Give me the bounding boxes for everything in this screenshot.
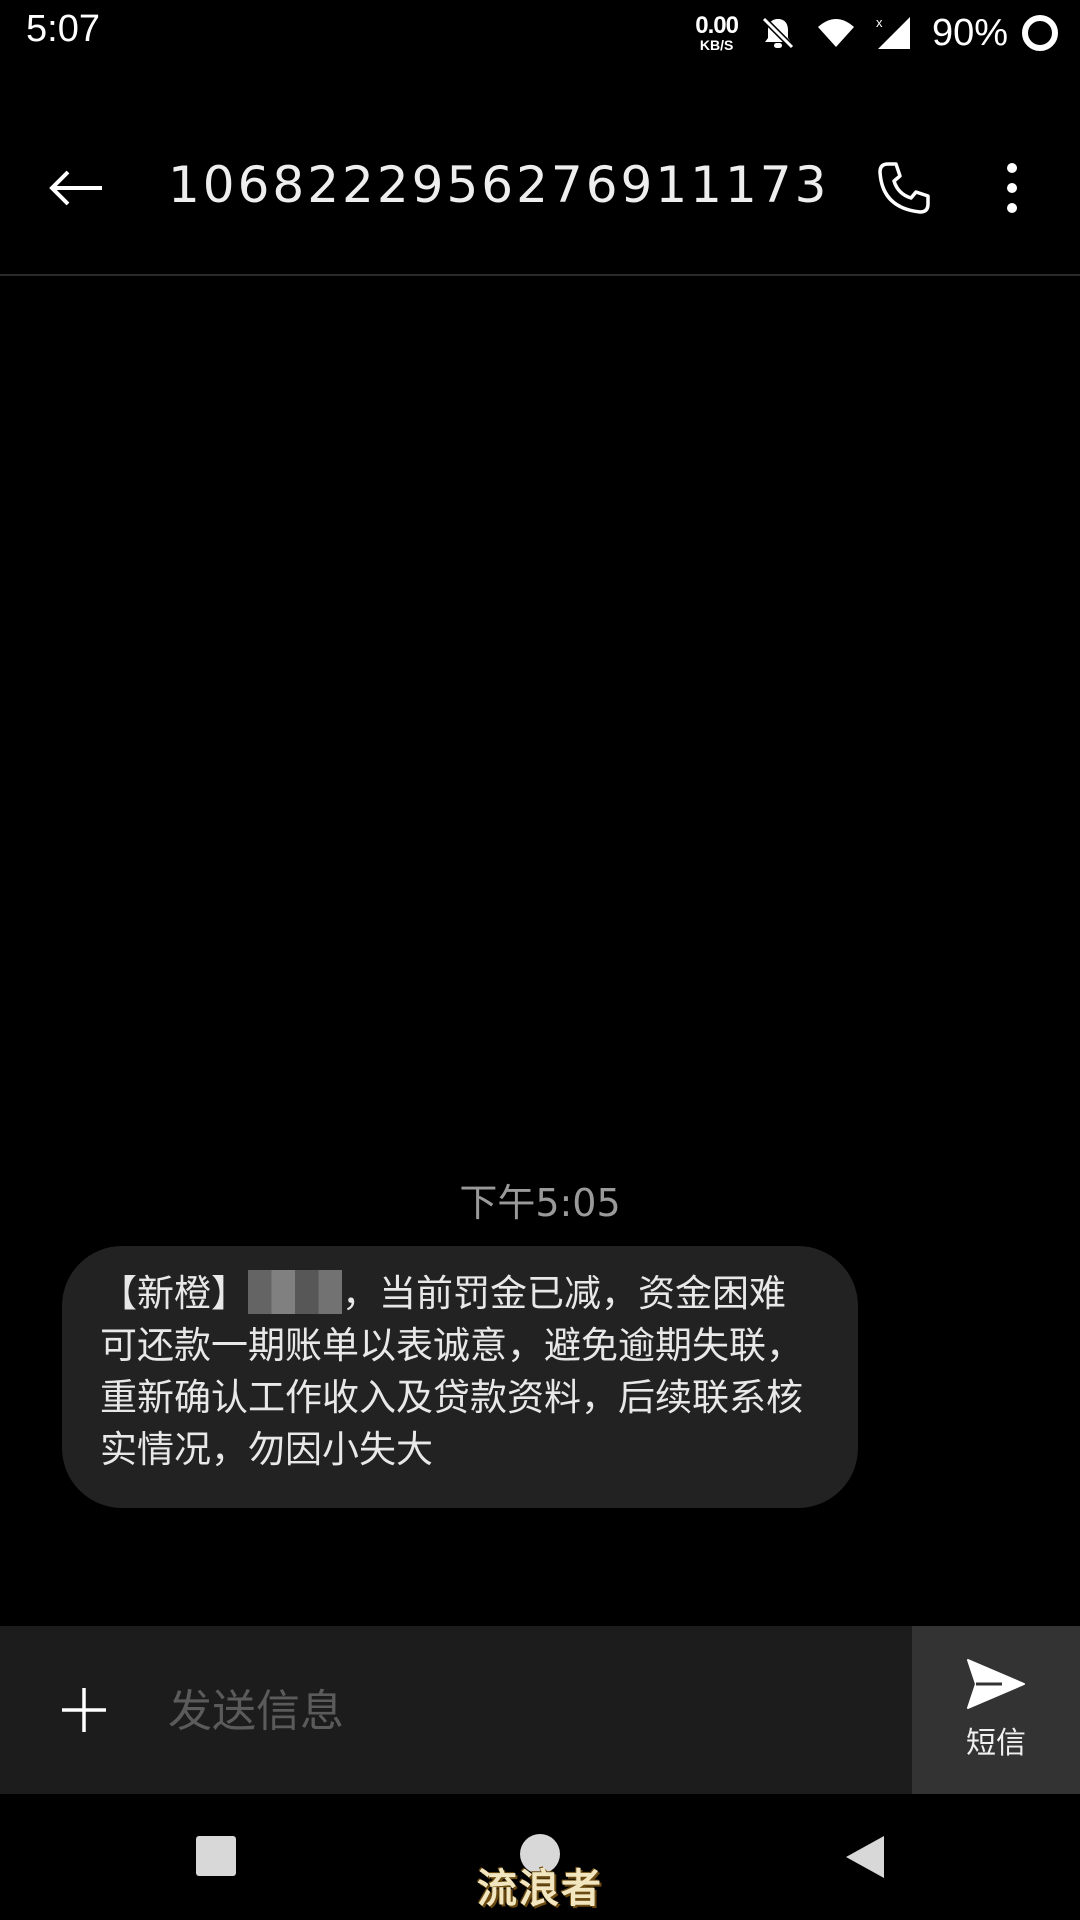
svg-text:x: x — [876, 15, 883, 30]
message-prefix: 【新橙】 — [100, 1272, 248, 1315]
status-icons: 0.00 KB/S x 90% — [695, 6, 1060, 60]
conversation-header: 1068222956276911173 — [0, 64, 1080, 276]
redacted-block — [248, 1270, 342, 1314]
status-time: 5:07 — [26, 8, 100, 50]
more-vertical-icon — [1007, 163, 1017, 213]
contact-title: 1068222956276911173 — [168, 156, 830, 214]
message-bubble[interactable]: 【新橙】 ，当前罚金已减，资金困难可还款一期账单以表诚意，避免逾期失联，重新确认工… — [62, 1246, 858, 1508]
network-speed-unit: KB/S — [699, 37, 734, 53]
message-timestamp: 下午5:05 — [459, 1181, 621, 1225]
compose-bar: 短信 — [0, 1626, 1080, 1794]
message-input[interactable] — [166, 1662, 890, 1760]
battery-percent: 90% — [931, 11, 1008, 54]
attach-button[interactable] — [48, 1674, 120, 1746]
back-button[interactable] — [40, 152, 112, 224]
call-button[interactable] — [868, 152, 940, 224]
signal-icon: x — [874, 13, 914, 53]
message-text: 【新橙】 ，当前罚金已减，资金困难可还款一期账单以表诚意，避免逾期失联，重新确认工… — [100, 1268, 818, 1476]
network-speed: 0.00 KB/S — [695, 12, 739, 53]
send-icon — [967, 1659, 1025, 1709]
more-options-button[interactable] — [988, 152, 1036, 224]
send-label: 短信 — [966, 1726, 1026, 1761]
send-sms-button[interactable]: 短信 — [912, 1626, 1080, 1794]
watermark: 流浪者 — [477, 1866, 603, 1912]
status-bar: 5:07 0.00 KB/S x 90% — [0, 0, 1080, 64]
battery-ring-icon — [1020, 13, 1060, 53]
bell-off-icon — [758, 13, 798, 53]
plus-icon — [62, 1688, 106, 1732]
network-speed-value: 0.00 — [695, 12, 739, 39]
phone-icon — [878, 162, 930, 214]
wifi-icon — [816, 13, 856, 53]
arrow-left-icon — [49, 170, 102, 206]
